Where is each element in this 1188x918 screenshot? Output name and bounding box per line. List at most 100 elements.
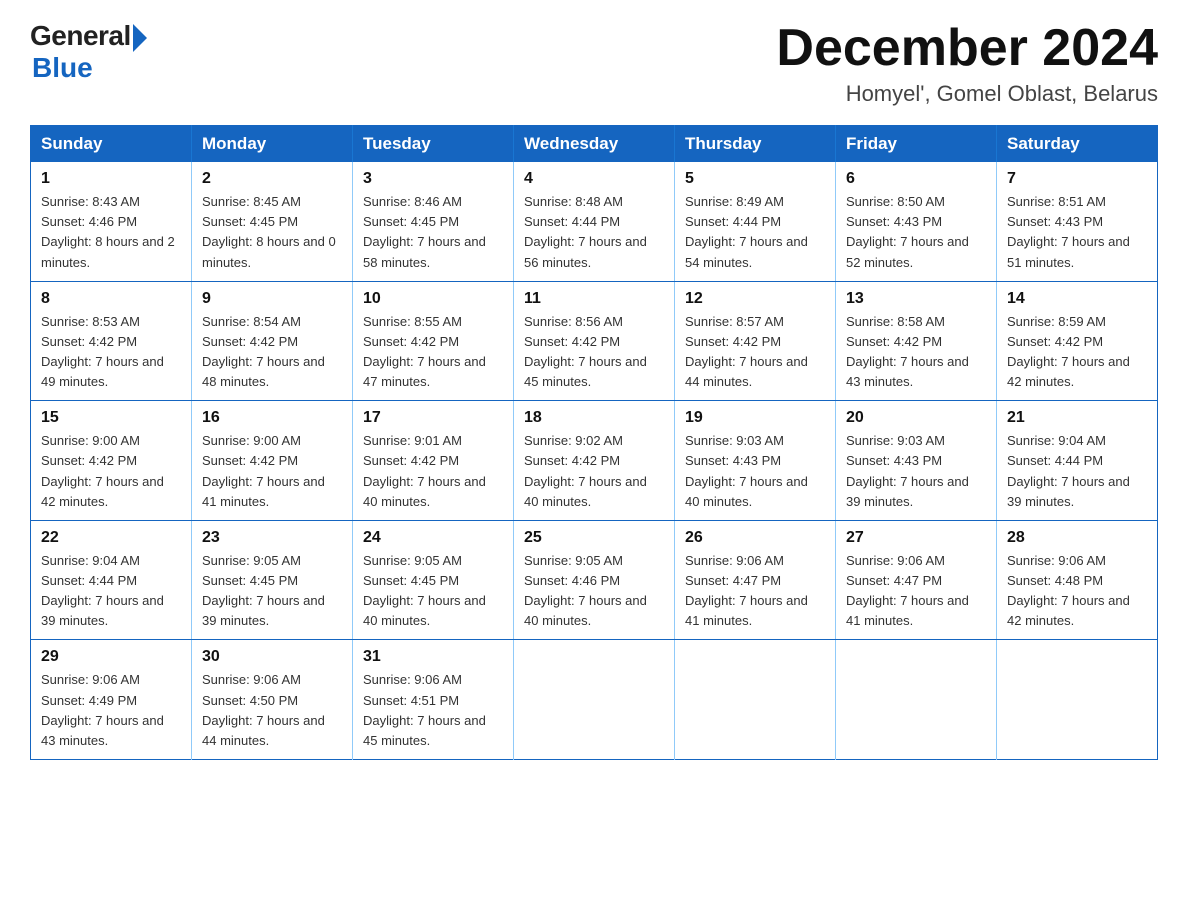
day-sun-info: Sunrise: 9:02 AMSunset: 4:42 PMDaylight:… xyxy=(524,431,664,512)
calendar-day-cell: 28Sunrise: 9:06 AMSunset: 4:48 PMDayligh… xyxy=(997,520,1158,640)
day-sun-info: Sunrise: 8:58 AMSunset: 4:42 PMDaylight:… xyxy=(846,312,986,393)
calendar-day-cell: 24Sunrise: 9:05 AMSunset: 4:45 PMDayligh… xyxy=(353,520,514,640)
day-number: 31 xyxy=(363,648,503,666)
day-sun-info: Sunrise: 9:03 AMSunset: 4:43 PMDaylight:… xyxy=(685,431,825,512)
day-sun-info: Sunrise: 8:57 AMSunset: 4:42 PMDaylight:… xyxy=(685,312,825,393)
day-sun-info: Sunrise: 8:49 AMSunset: 4:44 PMDaylight:… xyxy=(685,192,825,273)
calendar-day-cell: 30 Sunrise: 9:06 AMSunset: 4:50 PMDayligh… xyxy=(192,640,353,760)
day-number: 29 xyxy=(41,648,181,666)
day-sun-info: Sunrise: 8:51 AMSunset: 4:43 PMDaylight:… xyxy=(1007,192,1147,273)
calendar-day-cell: 3 Sunrise: 8:46 AMSunset: 4:45 PMDaylight… xyxy=(353,162,514,281)
calendar-day-cell: 15 Sunrise: 9:00 AMSunset: 4:42 PMDayligh… xyxy=(31,401,192,521)
day-number: 18 xyxy=(524,409,664,427)
day-number: 14 xyxy=(1007,290,1147,308)
day-number: 20 xyxy=(846,409,986,427)
calendar-day-cell: 7 Sunrise: 8:51 AMSunset: 4:43 PMDaylight… xyxy=(997,162,1158,281)
day-sun-info: Sunrise: 9:06 AMSunset: 4:47 PMDaylight:… xyxy=(846,551,986,632)
calendar-day-cell xyxy=(675,640,836,760)
day-number: 7 xyxy=(1007,170,1147,188)
day-sun-info: Sunrise: 9:06 AMSunset: 4:51 PMDaylight:… xyxy=(363,670,503,751)
calendar-header-wednesday: Wednesday xyxy=(514,126,675,163)
day-number: 22 xyxy=(41,529,181,547)
location-subtitle: Homyel', Gomel Oblast, Belarus xyxy=(776,81,1158,107)
day-sun-info: Sunrise: 9:03 AMSunset: 4:43 PMDaylight:… xyxy=(846,431,986,512)
day-number: 30 xyxy=(202,648,342,666)
logo: General Blue xyxy=(30,20,147,84)
calendar-week-row: 29 Sunrise: 9:06 AMSunset: 4:49 PMDayligh… xyxy=(31,640,1158,760)
calendar-day-cell: 26Sunrise: 9:06 AMSunset: 4:47 PMDayligh… xyxy=(675,520,836,640)
day-sun-info: Sunrise: 9:01 AMSunset: 4:42 PMDaylight:… xyxy=(363,431,503,512)
calendar-day-cell: 9Sunrise: 8:54 AMSunset: 4:42 PMDaylight… xyxy=(192,281,353,401)
day-number: 4 xyxy=(524,170,664,188)
calendar-header-thursday: Thursday xyxy=(675,126,836,163)
logo-general-text: General xyxy=(30,20,131,52)
calendar-day-cell: 1 Sunrise: 8:43 AMSunset: 4:46 PMDaylight… xyxy=(31,162,192,281)
calendar-header-saturday: Saturday xyxy=(997,126,1158,163)
calendar-day-cell: 13 Sunrise: 8:58 AMSunset: 4:42 PMDayligh… xyxy=(836,281,997,401)
day-number: 16 xyxy=(202,409,342,427)
calendar-day-cell xyxy=(836,640,997,760)
calendar-day-cell: 8 Sunrise: 8:53 AMSunset: 4:42 PMDaylight… xyxy=(31,281,192,401)
calendar-header-tuesday: Tuesday xyxy=(353,126,514,163)
day-sun-info: Sunrise: 9:06 AMSunset: 4:50 PMDaylight:… xyxy=(202,670,342,751)
calendar-day-cell xyxy=(514,640,675,760)
calendar-week-row: 22Sunrise: 9:04 AMSunset: 4:44 PMDayligh… xyxy=(31,520,1158,640)
day-number: 10 xyxy=(363,290,503,308)
calendar-day-cell: 20 Sunrise: 9:03 AMSunset: 4:43 PMDayligh… xyxy=(836,401,997,521)
calendar-day-cell: 23Sunrise: 9:05 AMSunset: 4:45 PMDayligh… xyxy=(192,520,353,640)
calendar-header-friday: Friday xyxy=(836,126,997,163)
calendar-day-cell: 27 Sunrise: 9:06 AMSunset: 4:47 PMDayligh… xyxy=(836,520,997,640)
day-number: 12 xyxy=(685,290,825,308)
day-sun-info: Sunrise: 9:06 AMSunset: 4:47 PMDaylight:… xyxy=(685,551,825,632)
day-number: 27 xyxy=(846,529,986,547)
calendar-day-cell: 4Sunrise: 8:48 AMSunset: 4:44 PMDaylight… xyxy=(514,162,675,281)
calendar-day-cell: 22Sunrise: 9:04 AMSunset: 4:44 PMDayligh… xyxy=(31,520,192,640)
calendar-day-cell: 25Sunrise: 9:05 AMSunset: 4:46 PMDayligh… xyxy=(514,520,675,640)
calendar-header-sunday: Sunday xyxy=(31,126,192,163)
calendar-header-row: SundayMondayTuesdayWednesdayThursdayFrid… xyxy=(31,126,1158,163)
calendar-day-cell: 12 Sunrise: 8:57 AMSunset: 4:42 PMDayligh… xyxy=(675,281,836,401)
day-sun-info: Sunrise: 8:46 AMSunset: 4:45 PMDaylight:… xyxy=(363,192,503,273)
calendar-day-cell: 18 Sunrise: 9:02 AMSunset: 4:42 PMDayligh… xyxy=(514,401,675,521)
day-number: 19 xyxy=(685,409,825,427)
day-sun-info: Sunrise: 9:00 AMSunset: 4:42 PMDaylight:… xyxy=(41,431,181,512)
day-number: 5 xyxy=(685,170,825,188)
calendar-day-cell: 19 Sunrise: 9:03 AMSunset: 4:43 PMDayligh… xyxy=(675,401,836,521)
day-number: 15 xyxy=(41,409,181,427)
day-number: 8 xyxy=(41,290,181,308)
day-sun-info: Sunrise: 8:50 AMSunset: 4:43 PMDaylight:… xyxy=(846,192,986,273)
calendar-day-cell: 10 Sunrise: 8:55 AMSunset: 4:42 PMDayligh… xyxy=(353,281,514,401)
day-number: 13 xyxy=(846,290,986,308)
calendar-day-cell: 21 Sunrise: 9:04 AMSunset: 4:44 PMDayligh… xyxy=(997,401,1158,521)
calendar-day-cell: 2Sunrise: 8:45 AMSunset: 4:45 PMDaylight… xyxy=(192,162,353,281)
day-sun-info: Sunrise: 9:05 AMSunset: 4:45 PMDaylight:… xyxy=(363,551,503,632)
calendar-week-row: 15 Sunrise: 9:00 AMSunset: 4:42 PMDayligh… xyxy=(31,401,1158,521)
day-number: 9 xyxy=(202,290,342,308)
day-number: 6 xyxy=(846,170,986,188)
calendar-day-cell: 16 Sunrise: 9:00 AMSunset: 4:42 PMDayligh… xyxy=(192,401,353,521)
calendar-day-cell: 31 Sunrise: 9:06 AMSunset: 4:51 PMDayligh… xyxy=(353,640,514,760)
day-sun-info: Sunrise: 9:06 AMSunset: 4:49 PMDaylight:… xyxy=(41,670,181,751)
calendar-header-monday: Monday xyxy=(192,126,353,163)
day-sun-info: Sunrise: 9:04 AMSunset: 4:44 PMDaylight:… xyxy=(1007,431,1147,512)
day-sun-info: Sunrise: 8:43 AMSunset: 4:46 PMDaylight:… xyxy=(41,192,181,273)
day-number: 3 xyxy=(363,170,503,188)
calendar-day-cell: 5 Sunrise: 8:49 AMSunset: 4:44 PMDaylight… xyxy=(675,162,836,281)
day-number: 1 xyxy=(41,170,181,188)
calendar-day-cell: 6 Sunrise: 8:50 AMSunset: 4:43 PMDaylight… xyxy=(836,162,997,281)
day-sun-info: Sunrise: 8:59 AMSunset: 4:42 PMDaylight:… xyxy=(1007,312,1147,393)
calendar-day-cell: 29 Sunrise: 9:06 AMSunset: 4:49 PMDayligh… xyxy=(31,640,192,760)
logo-arrow-icon xyxy=(133,24,147,52)
calendar-week-row: 8 Sunrise: 8:53 AMSunset: 4:42 PMDaylight… xyxy=(31,281,1158,401)
day-sun-info: Sunrise: 8:45 AMSunset: 4:45 PMDaylight:… xyxy=(202,192,342,273)
day-sun-info: Sunrise: 8:56 AMSunset: 4:42 PMDaylight:… xyxy=(524,312,664,393)
day-sun-info: Sunrise: 8:53 AMSunset: 4:42 PMDaylight:… xyxy=(41,312,181,393)
day-sun-info: Sunrise: 9:00 AMSunset: 4:42 PMDaylight:… xyxy=(202,431,342,512)
calendar-day-cell: 11Sunrise: 8:56 AMSunset: 4:42 PMDayligh… xyxy=(514,281,675,401)
day-number: 28 xyxy=(1007,529,1147,547)
logo-blue-text: Blue xyxy=(32,52,93,84)
calendar-day-cell xyxy=(997,640,1158,760)
day-sun-info: Sunrise: 9:05 AMSunset: 4:45 PMDaylight:… xyxy=(202,551,342,632)
day-sun-info: Sunrise: 8:55 AMSunset: 4:42 PMDaylight:… xyxy=(363,312,503,393)
day-number: 21 xyxy=(1007,409,1147,427)
